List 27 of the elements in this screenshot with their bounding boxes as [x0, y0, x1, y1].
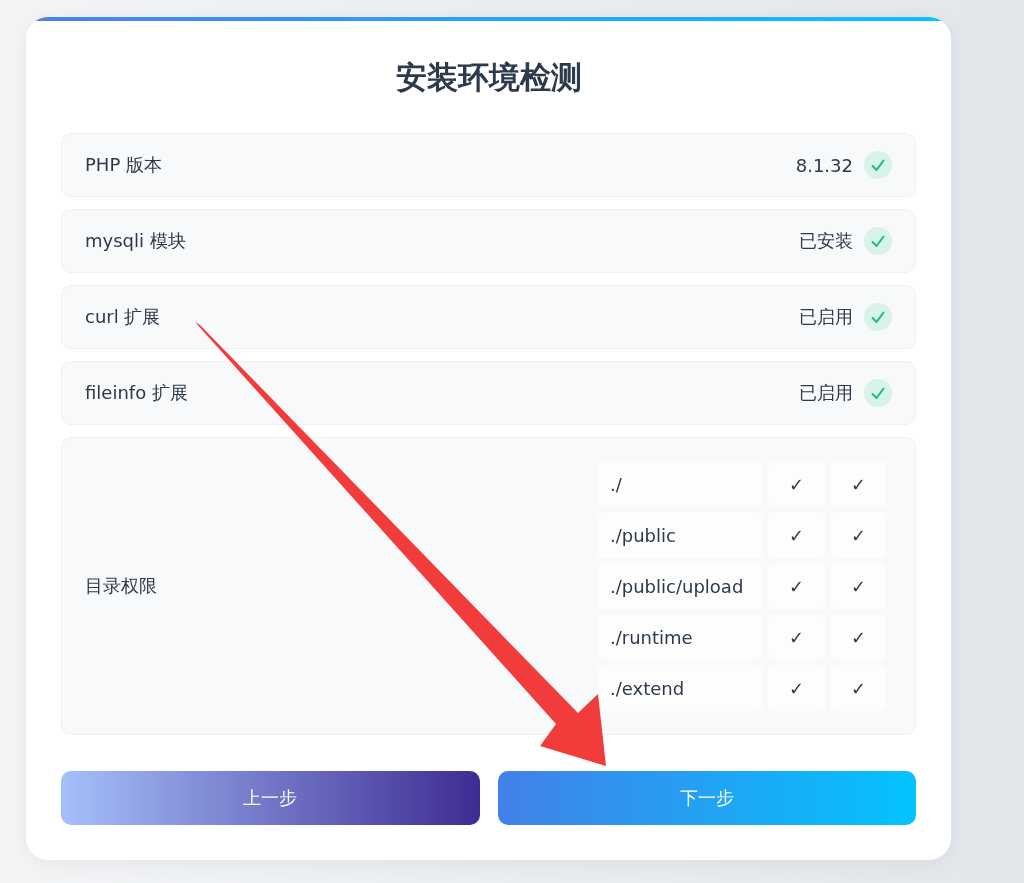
check-label: fileinfo 扩展 — [85, 381, 188, 405]
read-cell: ✓ — [768, 461, 825, 507]
directory-cell: ./ — [597, 461, 763, 507]
directory-cell: ./public — [597, 512, 763, 558]
directory-cell: ./public/upload — [597, 563, 763, 609]
check-value: 已启用 — [799, 381, 853, 405]
check-label: PHP 版本 — [85, 153, 162, 177]
check-value: 已安装 — [799, 229, 853, 253]
directory-cell: ./extend — [597, 665, 763, 711]
next-button[interactable]: 下一步 — [497, 771, 916, 825]
check-value: 8.1.32 — [795, 154, 853, 176]
write-cell: ✓ — [830, 512, 887, 558]
directory-cell: ./runtime — [597, 614, 763, 660]
check-label: curl 扩展 — [85, 305, 161, 329]
check-label: mysqli 模块 — [85, 229, 186, 253]
write-cell: ✓ — [830, 614, 887, 660]
page-title: 安装环境检测 — [395, 58, 582, 97]
read-cell: ✓ — [768, 665, 825, 711]
previous-button[interactable]: 上一步 — [61, 771, 480, 825]
permission-label: 目录权限 — [85, 574, 157, 598]
write-cell: ✓ — [830, 461, 887, 507]
check-value: 已启用 — [799, 305, 853, 329]
read-cell: ✓ — [768, 614, 825, 660]
read-cell: ✓ — [768, 512, 825, 558]
read-cell: ✓ — [768, 563, 825, 609]
write-cell: ✓ — [830, 563, 887, 609]
write-cell: ✓ — [830, 665, 887, 711]
